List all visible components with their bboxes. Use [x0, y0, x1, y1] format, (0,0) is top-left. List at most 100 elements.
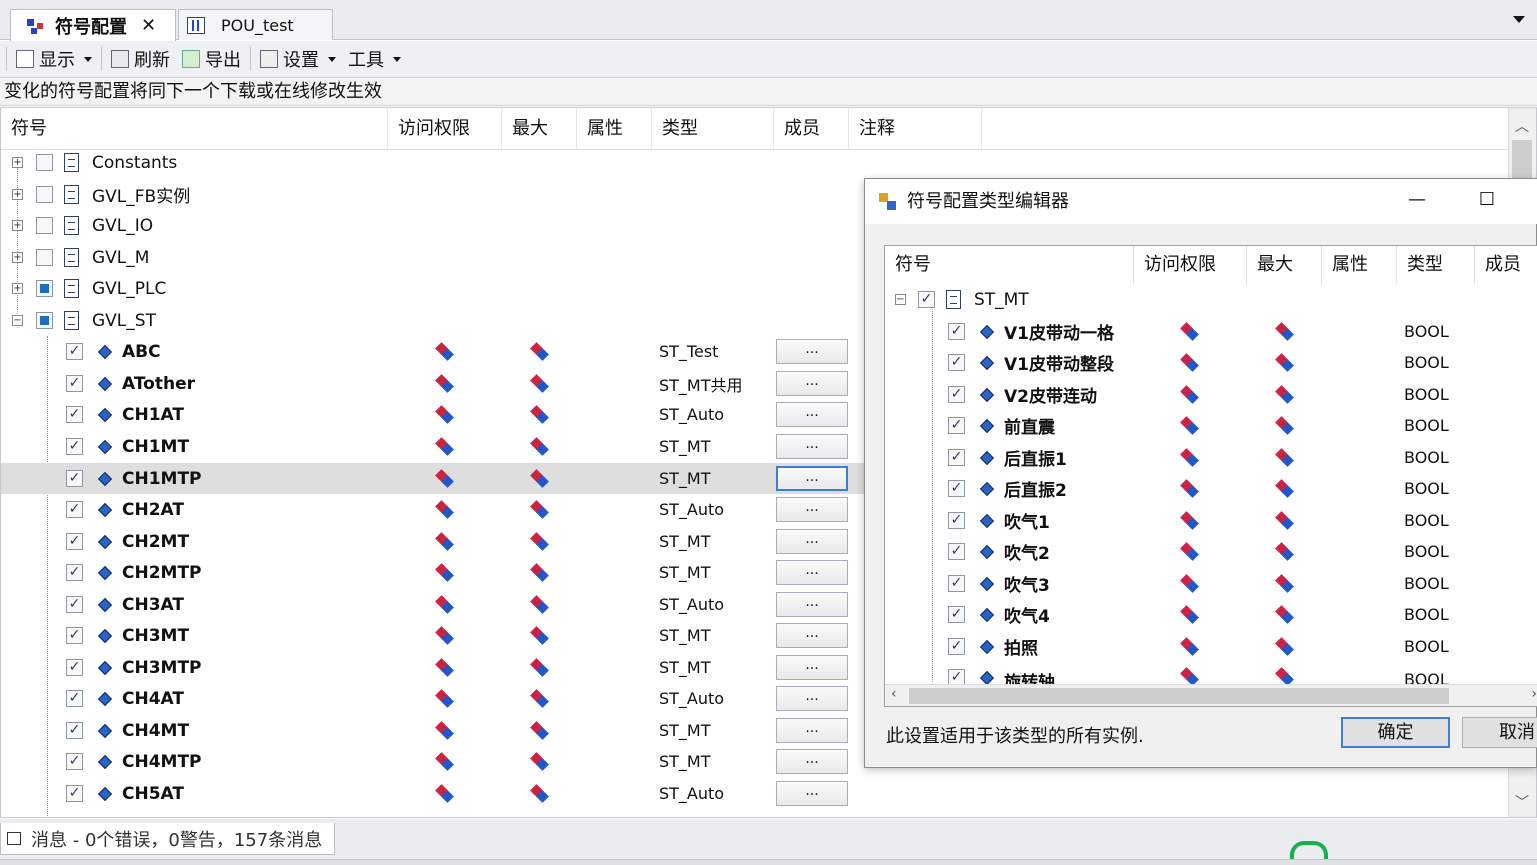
- column-header-type[interactable]: 类型: [652, 108, 774, 150]
- checkbox[interactable]: [36, 249, 53, 266]
- members-button[interactable]: ...: [776, 623, 848, 648]
- access-readwrite-icon[interactable]: [435, 375, 453, 393]
- type-member-row[interactable]: ✓ V2皮带连动 BOOL: [885, 379, 1537, 410]
- access-readwrite-icon[interactable]: [435, 501, 453, 519]
- checkbox-checked[interactable]: ✓: [66, 627, 83, 644]
- expand-icon[interactable]: +: [12, 220, 23, 231]
- access-readwrite-icon[interactable]: [435, 470, 453, 488]
- scroll-right-icon[interactable]: ›: [1531, 686, 1537, 702]
- checkbox-checked[interactable]: ✓: [948, 480, 965, 497]
- access-readwrite-icon[interactable]: [1180, 323, 1198, 341]
- members-button[interactable]: ...: [776, 781, 848, 806]
- type-root-row[interactable]: − ✓ ST_MT: [885, 284, 1537, 315]
- maximize-button[interactable]: ☐: [1457, 179, 1517, 224]
- members-button[interactable]: ...: [776, 529, 848, 554]
- collapse-icon[interactable]: −: [12, 315, 23, 326]
- checkbox[interactable]: [36, 154, 53, 171]
- members-button[interactable]: ...: [776, 371, 848, 396]
- expand-icon[interactable]: +: [12, 283, 23, 294]
- scroll-up-icon[interactable]: ︿: [1515, 116, 1529, 136]
- access-readwrite-icon[interactable]: [435, 722, 453, 740]
- checkbox-checked[interactable]: ✓: [66, 690, 83, 707]
- checkbox[interactable]: [36, 186, 53, 203]
- messages-tab[interactable]: 消息 - 0个错误，0警告，157条消息: [0, 823, 336, 855]
- checkbox-checked[interactable]: ✓: [918, 291, 935, 308]
- tab-pou-test[interactable]: POU_test: [178, 9, 333, 40]
- members-button[interactable]: ...: [776, 560, 848, 585]
- access-readwrite-icon[interactable]: [1180, 480, 1198, 498]
- column-header-access[interactable]: 访问权限: [388, 108, 502, 150]
- expand-icon[interactable]: +: [12, 157, 23, 168]
- checkbox-checked[interactable]: ✓: [948, 417, 965, 434]
- members-button[interactable]: ...: [776, 466, 848, 491]
- checkbox-checked[interactable]: ✓: [66, 406, 83, 423]
- checkbox-checked[interactable]: ✓: [66, 470, 83, 487]
- scroll-left-icon[interactable]: ‹: [891, 686, 897, 702]
- access-readwrite-icon[interactable]: [1180, 417, 1198, 435]
- checkbox-checked[interactable]: ✓: [66, 438, 83, 455]
- settings-button[interactable]: 设置: [254, 44, 342, 74]
- tools-button[interactable]: 工具: [342, 44, 407, 74]
- tree-row-variable[interactable]: ✓ CH5AT ST_Auto ...: [1, 778, 1510, 809]
- ok-button[interactable]: 确定: [1341, 717, 1450, 748]
- checkbox-checked[interactable]: ✓: [66, 501, 83, 518]
- column-header-attr[interactable]: 属性: [577, 108, 652, 150]
- column-header-max[interactable]: 最大: [1247, 246, 1322, 284]
- tree-row-group[interactable]: + Constants: [1, 147, 1510, 178]
- export-button[interactable]: 导出: [176, 44, 247, 74]
- access-readwrite-icon[interactable]: [1180, 386, 1198, 404]
- access-readwrite-icon[interactable]: [1180, 543, 1198, 561]
- access-readwrite-icon[interactable]: [1180, 606, 1198, 624]
- access-readwrite-icon[interactable]: [435, 438, 453, 456]
- checkbox-checked[interactable]: ✓: [66, 533, 83, 550]
- collapse-icon[interactable]: −: [895, 294, 906, 305]
- checkbox-checked[interactable]: ✓: [66, 722, 83, 739]
- members-button[interactable]: ...: [776, 497, 848, 522]
- type-member-row[interactable]: ✓ 吹气4 BOOL: [885, 599, 1537, 630]
- column-header-members[interactable]: 成员: [1475, 246, 1537, 284]
- access-readwrite-icon[interactable]: [435, 596, 453, 614]
- members-button[interactable]: ...: [776, 718, 848, 743]
- refresh-button[interactable]: 刷新: [105, 44, 176, 74]
- type-member-row[interactable]: ✓ 吹气2 BOOL: [885, 536, 1537, 567]
- access-readwrite-icon[interactable]: [435, 753, 453, 771]
- members-button[interactable]: ...: [776, 592, 848, 617]
- access-readwrite-icon[interactable]: [435, 564, 453, 582]
- checkbox-checked[interactable]: ✓: [66, 659, 83, 676]
- column-header-symbol[interactable]: 符号: [1, 108, 388, 150]
- access-readwrite-icon[interactable]: [1180, 354, 1198, 372]
- dialog-title-bar[interactable]: 符号配置类型编辑器 — ☐: [865, 179, 1537, 224]
- checkbox-checked[interactable]: ✓: [948, 606, 965, 623]
- tab-symbol-config[interactable]: 符号配置 ✕: [10, 9, 176, 41]
- members-button[interactable]: ...: [776, 686, 848, 711]
- checkbox-checked[interactable]: ✓: [66, 753, 83, 770]
- members-button[interactable]: ...: [776, 339, 848, 364]
- checkbox-checked[interactable]: ✓: [948, 354, 965, 371]
- horizontal-scrollbar[interactable]: ‹ ›: [885, 684, 1537, 706]
- checkbox-checked[interactable]: ✓: [948, 543, 965, 560]
- checkbox-checked[interactable]: ✓: [66, 785, 83, 802]
- access-readwrite-icon[interactable]: [435, 690, 453, 708]
- members-button[interactable]: ...: [776, 655, 848, 680]
- access-readwrite-icon[interactable]: [435, 659, 453, 677]
- checkbox-checked[interactable]: ✓: [948, 575, 965, 592]
- type-member-row[interactable]: ✓ 后直振1 BOOL: [885, 442, 1537, 473]
- checkbox-partial[interactable]: [36, 312, 53, 329]
- checkbox-partial[interactable]: [36, 280, 53, 297]
- checkbox-checked[interactable]: ✓: [66, 343, 83, 360]
- scrollbar-thumb[interactable]: [909, 688, 1449, 704]
- members-button[interactable]: ...: [776, 434, 848, 459]
- access-readwrite-icon[interactable]: [1180, 512, 1198, 530]
- checkbox-checked[interactable]: ✓: [66, 596, 83, 613]
- column-header-comment[interactable]: 注释: [849, 108, 982, 150]
- access-readwrite-icon[interactable]: [1180, 638, 1198, 656]
- members-button[interactable]: ...: [776, 749, 848, 774]
- checkbox-checked[interactable]: ✓: [948, 386, 965, 403]
- column-header-members[interactable]: 成员: [774, 108, 849, 150]
- minimize-button[interactable]: —: [1387, 179, 1447, 224]
- type-member-row[interactable]: ✓ 旋转轴 BOOL: [885, 662, 1537, 686]
- type-member-row[interactable]: ✓ V1皮带动一格 BOOL: [885, 316, 1537, 347]
- expand-icon[interactable]: +: [12, 189, 23, 200]
- access-readwrite-icon[interactable]: [435, 533, 453, 551]
- checkbox-checked[interactable]: ✓: [948, 638, 965, 655]
